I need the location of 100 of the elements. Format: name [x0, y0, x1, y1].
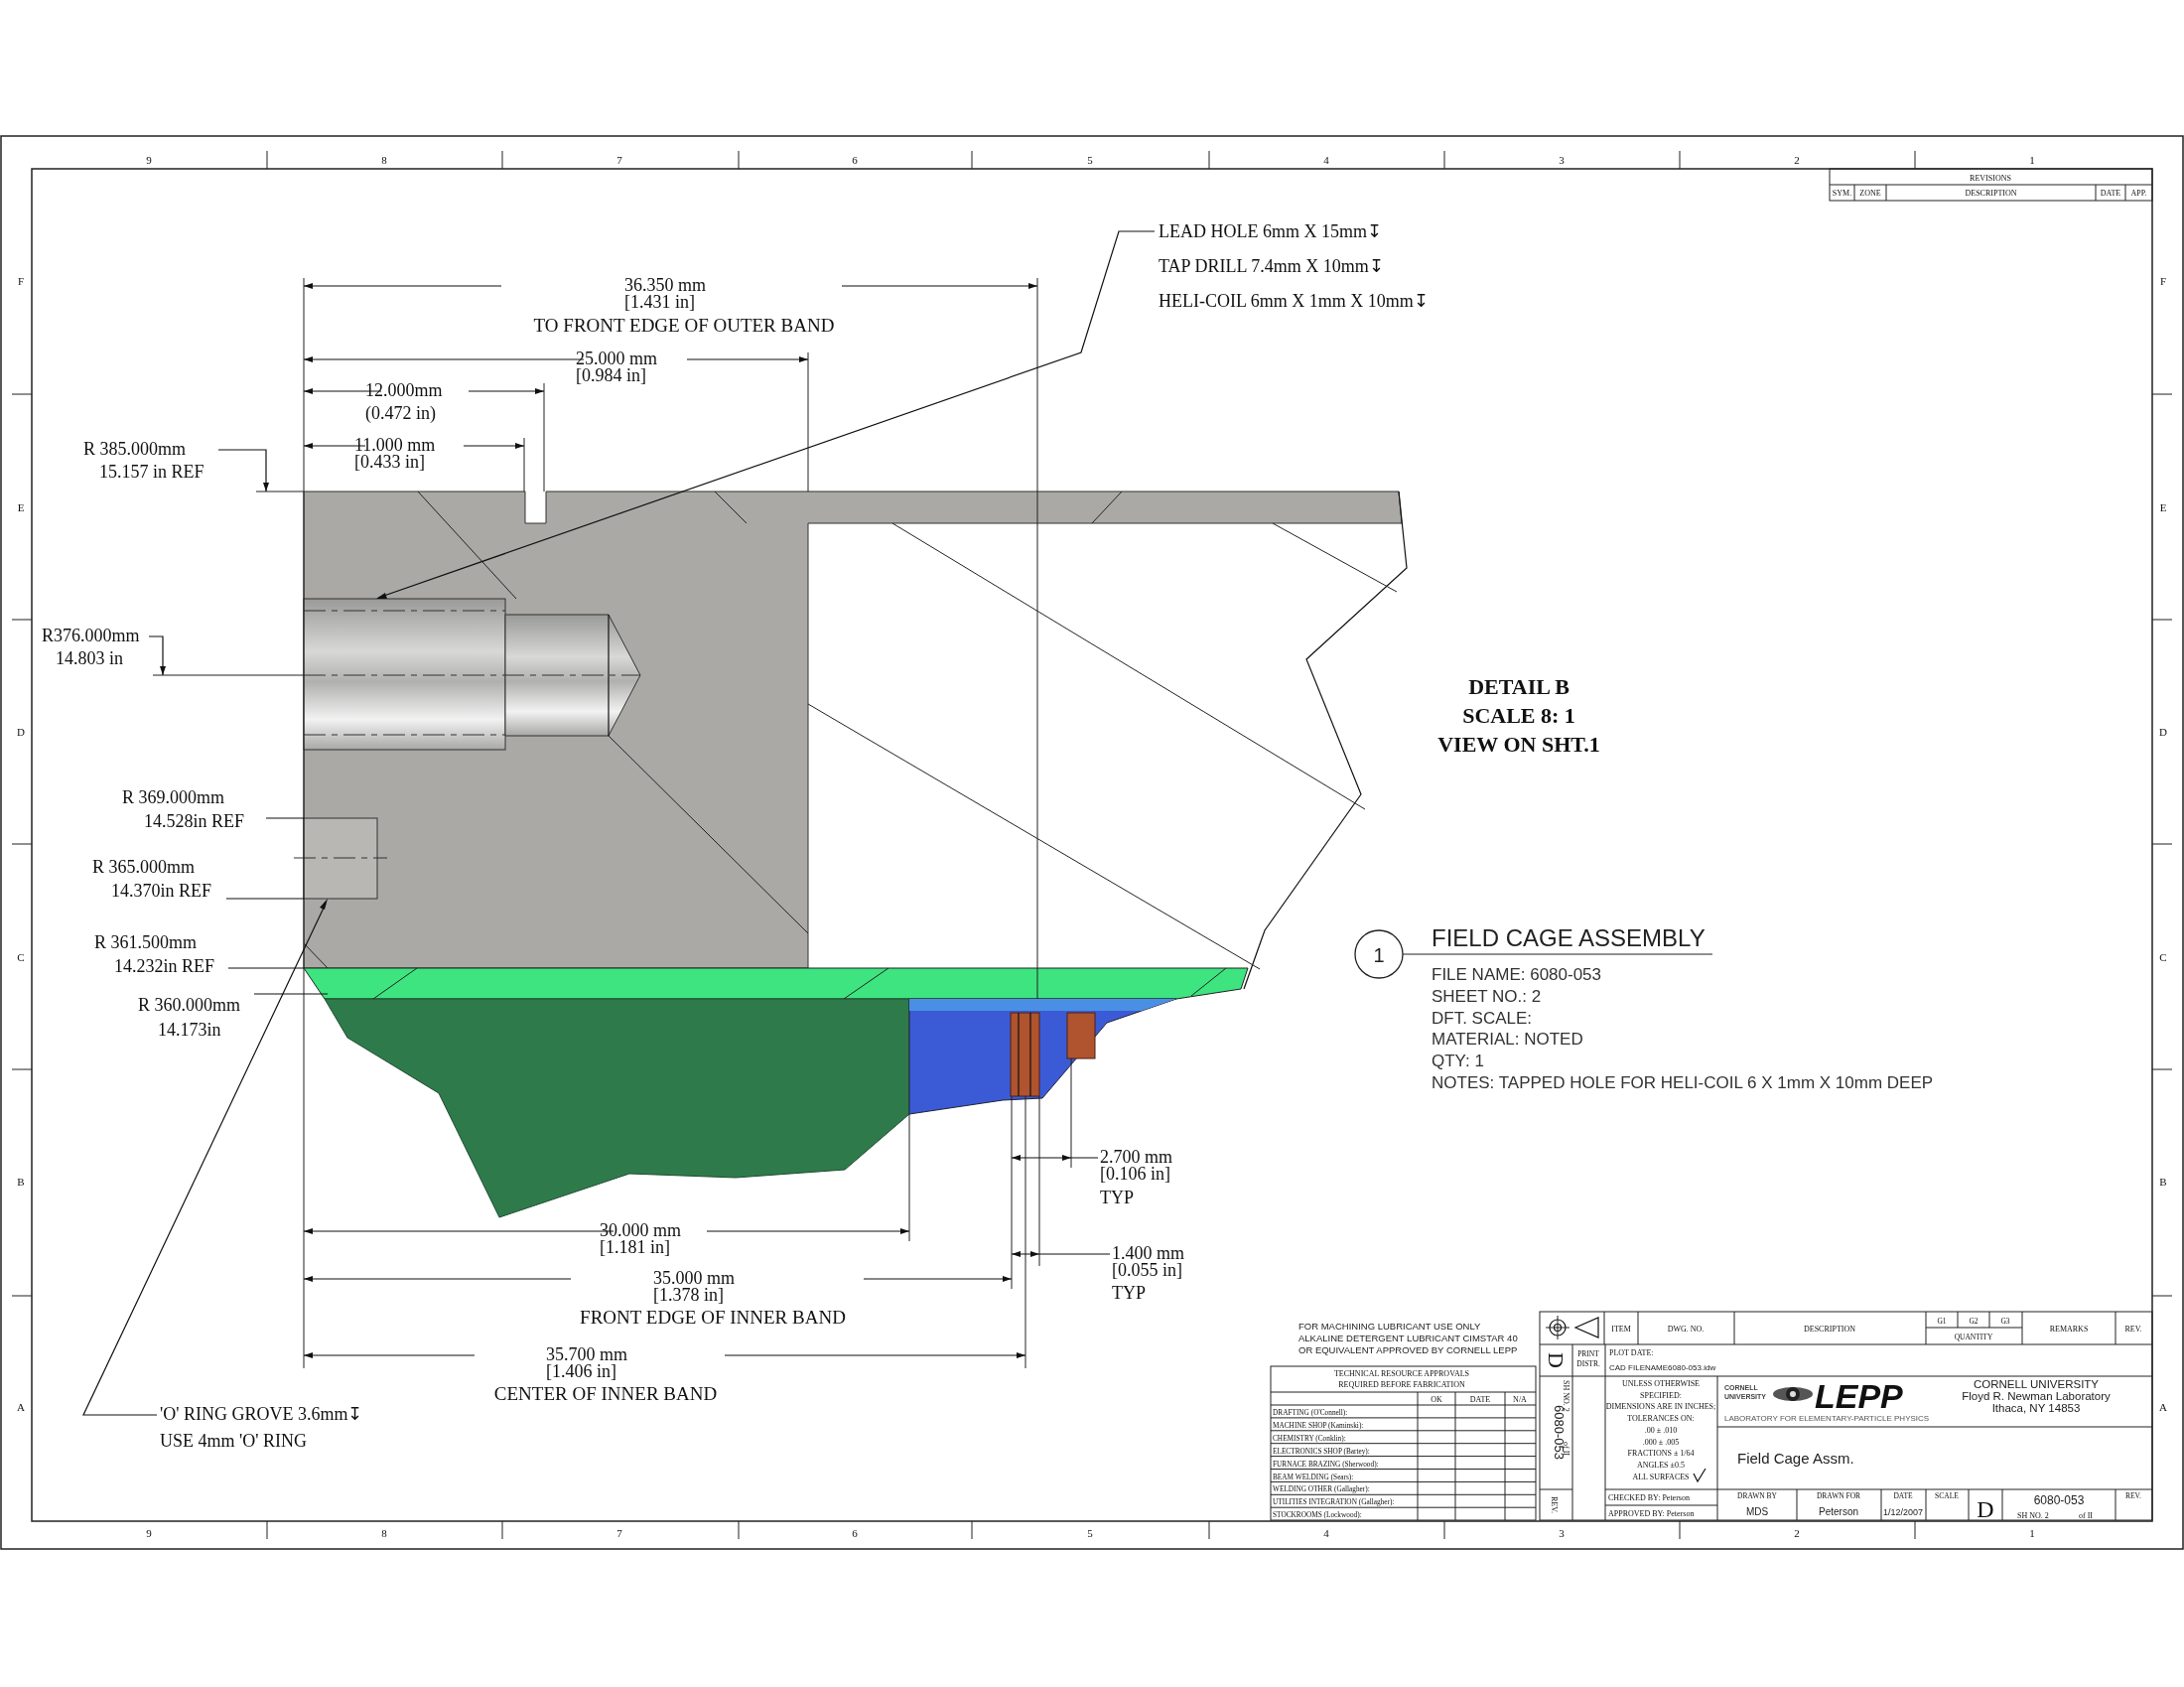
field-value: Peterson	[1819, 1506, 1858, 1517]
dimension-note: FRONT EDGE OF INNER BAND	[580, 1307, 846, 1328]
radius-label: R376.000mm	[42, 626, 140, 645]
dimension-value: [1.181 in]	[600, 1237, 670, 1257]
dimension-value: TYP	[1100, 1188, 1134, 1207]
dimension-value: 35.000 mm	[653, 1268, 735, 1288]
projection-symbol-icon	[1545, 1315, 1599, 1340]
assembly-note: QTY: 1	[1432, 1052, 1484, 1071]
zone-label: 1	[2029, 1527, 2035, 1539]
tolerance-text: UNLESS OTHERWISE	[1622, 1379, 1700, 1388]
radius-label: 14.370in REF	[111, 881, 211, 901]
table-title: TECHNICAL RESOURCE APPROVALS	[1334, 1369, 1469, 1378]
zone-label: 6	[852, 1527, 858, 1539]
zone-label: B	[17, 1176, 25, 1188]
sheet-number: SH NO. 2	[2017, 1511, 2049, 1520]
field-value: 1/12/2007	[1883, 1507, 1923, 1517]
dimension-value: [0.106 in]	[1100, 1164, 1170, 1184]
assembly-note: MATERIAL: NOTED	[1432, 1030, 1583, 1050]
institution-text: CORNELL UNIVERSITY	[1973, 1378, 2100, 1390]
column-header: REV.	[2124, 1325, 2142, 1334]
column-header: DESCRIPTION	[1804, 1325, 1855, 1334]
zone-label: 6	[852, 154, 858, 166]
radius-label: R 385.000mm	[83, 439, 186, 459]
dimension-value: (0.472 in)	[365, 403, 436, 423]
dimension-value: [1.406 in]	[546, 1361, 616, 1381]
view-label: DETAIL B	[1468, 674, 1570, 699]
zone-label: B	[2159, 1176, 2167, 1188]
logo-text: LEPP	[1815, 1377, 1903, 1415]
column-header: N/A	[1513, 1395, 1527, 1404]
emblem-icon	[1773, 1387, 1813, 1401]
note-text: OR EQUIVALENT APPROVED BY CORNELL LEPP	[1298, 1344, 1518, 1355]
zone-label: 8	[381, 1527, 387, 1539]
column-header: DESCRIPTION	[1965, 189, 2017, 198]
drawing-title: Field Cage Assm.	[1737, 1450, 1854, 1467]
extension-line	[523, 437, 525, 492]
radius-label: 14.232in REF	[114, 956, 214, 976]
zone-label: 3	[1559, 1527, 1565, 1539]
radius-label: R 361.500mm	[94, 932, 197, 952]
column-header: DATE	[1469, 1395, 1491, 1404]
tolerance-text: SPECIFIED:	[1640, 1390, 1682, 1400]
field-value: APPROVED BY: Peterson	[1608, 1509, 1695, 1518]
zone-label: 5	[1087, 154, 1093, 166]
radius-label: 15.157 in REF	[99, 462, 205, 482]
note-text: TAP DRILL 7.4mm X 10mm↧	[1159, 256, 1384, 276]
zone-label: 9	[146, 154, 152, 166]
view-label: VIEW ON SHT.1	[1437, 732, 1600, 757]
tolerance-text: TOLERANCES ON:	[1627, 1414, 1695, 1424]
column-header: ITEM	[1611, 1325, 1631, 1334]
column-header: ZONE	[1859, 189, 1881, 198]
zone-label: 5	[1087, 1527, 1093, 1539]
view-label: SCALE 8: 1	[1462, 703, 1575, 728]
zone-label: 4	[1323, 154, 1329, 166]
tolerance-text: .000 ± .005	[1642, 1437, 1680, 1447]
leader-line	[265, 817, 305, 819]
field-value: CHECKED BY: Peterson	[1608, 1493, 1690, 1502]
dimension-value: 25.000 mm	[576, 349, 657, 368]
sheet-size-mark: D	[1977, 1496, 1994, 1522]
radius-label: 14.173in	[158, 1020, 221, 1040]
note-text: LEAD HOLE 6mm X 15mm↧	[1159, 221, 1382, 241]
tolerance-text: .00 ± .010	[1644, 1425, 1678, 1435]
assembly-note: FILE NAME: 6080-053	[1432, 965, 1602, 984]
radius-label: R 360.000mm	[138, 995, 240, 1015]
field-value: CAD FILENAME6080-053.idw	[1609, 1363, 1716, 1372]
note-text: FOR MACHINING LUBRICANT USE ONLY	[1298, 1321, 1481, 1332]
dimension-value: 30.000 mm	[600, 1220, 681, 1240]
zone-label: F	[2159, 275, 2167, 287]
dimension-value: TYP	[1112, 1283, 1146, 1303]
zone-label: 2	[1794, 154, 1800, 166]
dimension-value: [1.431 in]	[624, 292, 695, 312]
zone-label: D	[17, 726, 25, 738]
tolerance-text: ALL SURFACES	[1632, 1472, 1690, 1481]
leader-line	[148, 635, 166, 676]
zone-label: 3	[1559, 154, 1565, 166]
note-text: HELI-COIL 6mm X 1mm X 10mm↧	[1159, 291, 1429, 311]
zone-label: 7	[616, 154, 622, 166]
institution-text: Ithaca, NY 14853	[1991, 1402, 2081, 1414]
zone-label: C	[2159, 951, 2167, 963]
zone-label: E	[17, 501, 25, 513]
zone-label: 9	[146, 1527, 152, 1539]
institution-text: Floyd R. Newman Laboratory	[1962, 1390, 2111, 1402]
dimension-value: 1.400 mm	[1112, 1243, 1184, 1263]
surface-finish-icon	[1693, 1468, 1706, 1483]
column-header: DATE	[2100, 189, 2121, 198]
dimension-value: [0.433 in]	[354, 452, 425, 472]
radius-label: R 365.000mm	[92, 857, 195, 877]
zone-label: A	[2159, 1401, 2167, 1413]
table-title: REQUIRED BEFORE FABRICATION	[1338, 1380, 1465, 1389]
zone-label: F	[17, 275, 25, 287]
dimension-value: [1.378 in]	[653, 1285, 724, 1305]
radius-label: 14.803 in	[56, 648, 123, 668]
zone-label: C	[17, 951, 25, 963]
dimension-note: TO FRONT EDGE OF OUTER BAND	[533, 315, 835, 336]
assembly-title: FIELD CAGE ASSEMBLY	[1432, 924, 1706, 951]
note-text: 'O' RING GROVE 3.6mm↧	[160, 1404, 363, 1424]
tolerance-text: ANGLES ±0.5	[1637, 1460, 1685, 1470]
sheet-size-mark: D	[1544, 1352, 1569, 1368]
table-title: REVISIONS	[1970, 174, 2011, 183]
zone-label: E	[2159, 501, 2167, 513]
zone-label: 4	[1323, 1527, 1329, 1539]
dimension-note: CENTER OF INNER BAND	[493, 1383, 718, 1404]
